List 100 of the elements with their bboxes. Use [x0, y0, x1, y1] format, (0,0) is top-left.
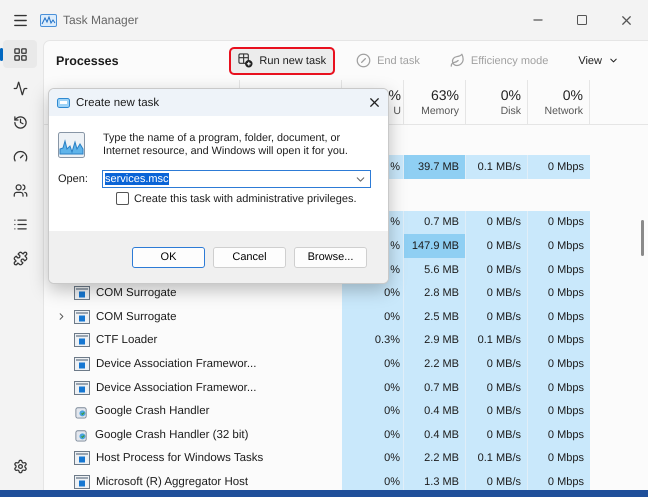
process-name: CTF Loader: [96, 334, 158, 346]
table-cell: 0 Mbps: [528, 328, 590, 352]
dialog-button[interactable]: OK: [132, 246, 205, 268]
history-icon: [12, 114, 28, 130]
table-cell: 0 MB/s: [466, 376, 528, 400]
maximize-icon: [576, 14, 588, 26]
table-cell: 39.7 MB: [404, 155, 466, 179]
table-cell: 0 Mbps: [528, 155, 590, 179]
column-header: Memory: [421, 105, 459, 117]
table-cell: 0 MB/s: [466, 422, 528, 447]
table-cell: 0 Mbps: [528, 422, 590, 447]
window-title: Task Manager: [63, 13, 138, 27]
open-combo-field[interactable]: services.msc: [102, 170, 371, 188]
window-icon: [74, 474, 90, 489]
table-cell: 0.7 MB: [404, 376, 466, 400]
process-name: Microsoft (R) Aggregator Host: [96, 476, 248, 488]
nav-button[interactable]: [3, 40, 37, 68]
window-icon: [74, 451, 90, 466]
table-cell: 0 MB/s: [466, 304, 528, 329]
table-cell: 0%: [342, 422, 404, 447]
users-icon: [12, 182, 28, 198]
table-cell: 0 Mbps: [528, 304, 590, 329]
table-cell: 0 Mbps: [528, 352, 590, 376]
process-name: Google Crash Handler (32 bit): [95, 428, 248, 441]
dialog-title: Create new task: [76, 96, 160, 108]
table-cell: 0%: [342, 470, 404, 490]
chart-app-icon: [58, 132, 85, 158]
table-cell: 2.8 MB: [404, 281, 466, 305]
table-cell: 0 Mbps: [528, 281, 590, 305]
column-total: 0%: [562, 87, 583, 103]
table-cell: 0.7 MB: [404, 210, 466, 234]
table-cell: 2.5 MB: [404, 304, 466, 329]
admin-checkbox[interactable]: [116, 192, 129, 205]
window-icon: [74, 333, 90, 348]
run-task-icon: [238, 53, 254, 68]
column-header: U: [393, 105, 401, 117]
table-cell: 0.1 MB/s: [466, 155, 528, 179]
process-name: Host Process for Windows Tasks: [96, 452, 264, 464]
table-cell: 0.4 MB: [404, 422, 466, 447]
window-icon: [74, 380, 90, 395]
window-icon: [74, 286, 90, 300]
table-cell: 0 Mbps: [528, 470, 590, 490]
table-cell: 0 MB/s: [466, 234, 528, 258]
table-cell: 0%: [342, 446, 404, 470]
process-name: Device Association Framewor...: [96, 358, 256, 370]
table-cell: 0 MB/s: [466, 258, 528, 282]
settings-icon: [12, 458, 28, 474]
window-icon: [74, 310, 90, 324]
table-cell: 147.9 MB: [404, 234, 466, 258]
table-cell: 0 MB/s: [466, 281, 528, 305]
table-cell: 0%: [342, 304, 404, 329]
table-cell: 2.2 MB: [404, 446, 466, 470]
table-cell: 0%: [342, 399, 404, 423]
table-cell: 0.3%: [342, 328, 404, 352]
checkbox-label: Create this task with administrative privileges.: [134, 192, 357, 204]
dialog-button[interactable]: Browse...: [294, 246, 367, 268]
processes-icon: [12, 46, 28, 62]
table-cell: 0 MB/s: [466, 352, 528, 376]
toolbar-button[interactable]: Run new task: [229, 46, 336, 74]
dialog-message: Type the name of a program, folder, document, or Internet resource, and Windows will open it for you.: [103, 132, 349, 158]
dialog-button[interactable]: Cancel: [213, 246, 286, 268]
open-label: Open:: [58, 173, 89, 185]
list-icon: [12, 216, 28, 232]
leaf-icon: [450, 53, 465, 68]
table-cell: 0 Mbps: [528, 258, 590, 282]
table-cell: 0 Mbps: [528, 234, 590, 258]
table-cell: 2.2 MB: [404, 352, 466, 376]
column-total: 0%: [500, 87, 521, 103]
table-cell: 0.4 MB: [404, 399, 466, 423]
table-cell: 0 MB/s: [466, 210, 528, 234]
table-cell: 0 MB/s: [466, 399, 528, 423]
page-title: Processes: [56, 54, 119, 68]
app-logo-icon: [40, 14, 57, 26]
table-cell: 0.1 MB/s: [466, 446, 528, 470]
table-cell: 0 Mbps: [528, 376, 590, 400]
puzzle-icon: [12, 250, 28, 266]
column-header: Disk: [500, 105, 521, 117]
table-cell: 5.6 MB: [404, 258, 466, 282]
table-cell: 0 Mbps: [528, 210, 590, 234]
table-cell: 0%: [342, 281, 404, 305]
scrollbar[interactable]: [641, 220, 644, 256]
column-total: %: [388, 87, 401, 103]
table-cell: 0 MB/s: [466, 470, 528, 490]
table-cell: 0 Mbps: [528, 446, 590, 470]
view-button[interactable]: View: [569, 46, 628, 74]
column-header: Network: [544, 105, 583, 117]
table-cell: 1.3 MB: [404, 470, 466, 490]
gauge-icon: [12, 148, 28, 164]
table-cell: 2.9 MB: [404, 328, 466, 352]
run-icon: [57, 98, 70, 108]
process-name: Google Crash Handler: [95, 405, 210, 418]
table-cell: 0%: [342, 352, 404, 376]
window-icon: [74, 356, 90, 371]
block-icon: [356, 53, 372, 68]
process-name: Device Association Framewor...: [96, 382, 256, 394]
table-cell: 0%: [342, 376, 404, 400]
pulse-icon: [12, 80, 28, 96]
process-name: COM Surrogate: [96, 310, 177, 323]
table-cell: 0 Mbps: [528, 399, 590, 423]
table-cell: 0.1 MB/s: [466, 328, 528, 352]
